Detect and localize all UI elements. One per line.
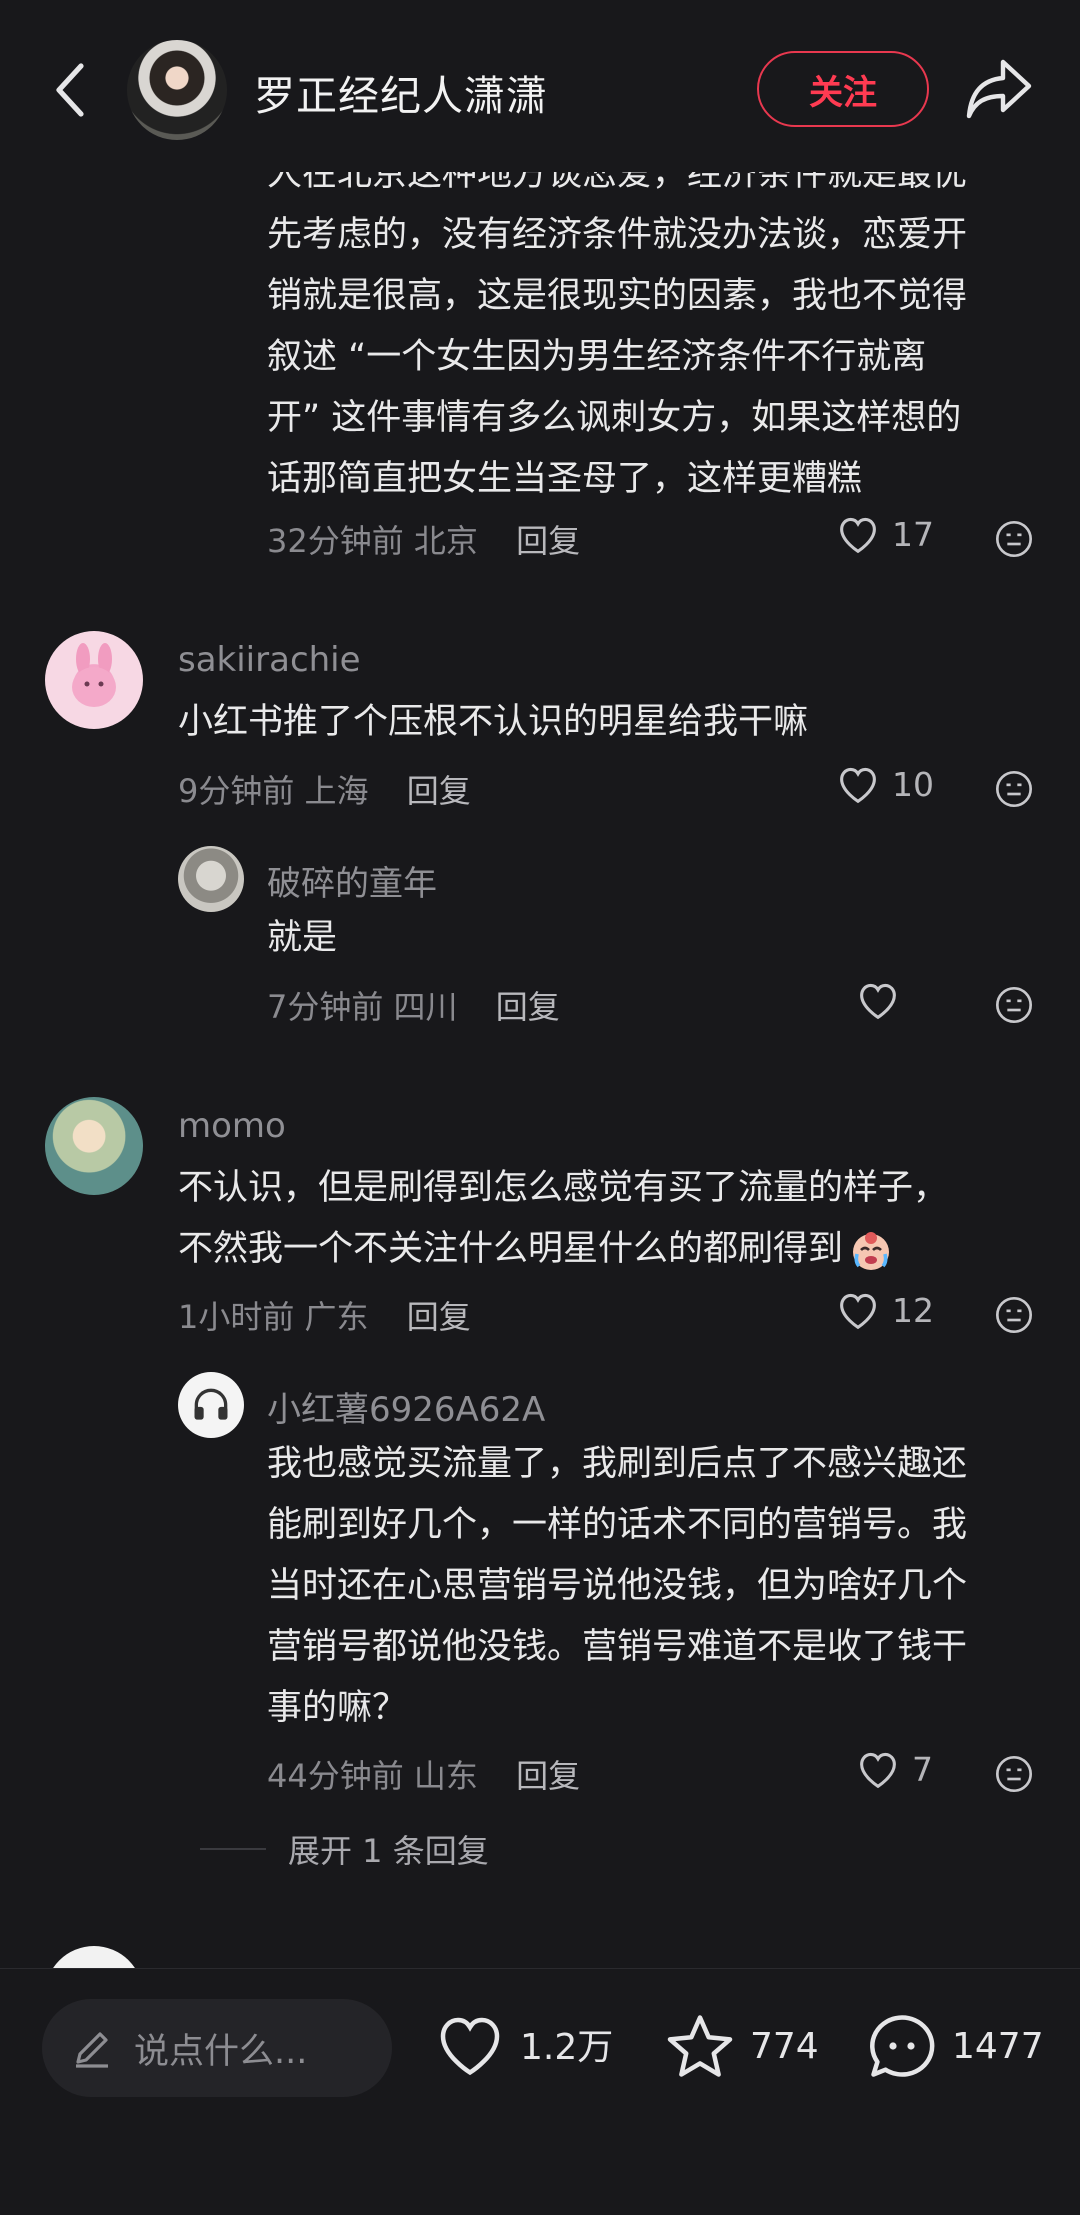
share-icon: [966, 59, 1032, 119]
reply-button[interactable]: 回复: [407, 772, 471, 810]
comment-location: 北京: [413, 522, 478, 560]
heart-icon: [840, 1293, 876, 1330]
avatar[interactable]: [178, 1372, 244, 1438]
reply-button[interactable]: 回复: [496, 988, 560, 1026]
bunny-avatar-icon: [72, 643, 116, 707]
follow-button[interactable]: 关注: [757, 51, 929, 127]
like-count: 7: [912, 1749, 933, 1789]
heart-icon: [840, 517, 876, 554]
reply-text: 就是: [267, 918, 338, 958]
like-button[interactable]: 10: [836, 764, 934, 804]
reply-button[interactable]: 回复: [516, 1757, 580, 1795]
reply-line: 能刷到好几个，一样的话术不同的营销号。我: [267, 1505, 968, 1545]
comment-meta: 1小时前 广东 回复: [178, 1292, 471, 1338]
avatar[interactable]: [45, 631, 143, 729]
like-button[interactable]: [856, 980, 912, 1020]
reply-meta: 44分钟前 山东 回复: [267, 1751, 580, 1797]
reply-time: 7分钟前: [267, 988, 384, 1026]
reply-line: 当时还在心思营销号说他没钱，但为啥好几个: [267, 1566, 968, 1606]
comment-text: 不认识，但是刷得到怎么感觉有买了流量的样子， 不然我一个不关注什么明星什么的都刷…: [178, 1158, 1048, 1280]
reply-meta: 7分钟前 四川 回复: [267, 982, 560, 1028]
comment-text: 人在北京这种地方谈恋爱，经济条件就是最优 先考虑的，没有经济条件就没办法谈，恋爱…: [267, 144, 1047, 510]
comment-line: 开” 这件事情有多么讽刺女方，如果这样想的: [267, 398, 962, 438]
crying-laugh-emoji-icon: [853, 1231, 890, 1270]
like-count: 10: [892, 764, 934, 804]
favorite-button[interactable]: 774: [664, 2011, 819, 2081]
divider: [200, 1848, 266, 1850]
comment-line: 不然我一个不关注什么明星什么的都刷得到: [178, 1229, 844, 1269]
emoji-reaction-icon[interactable]: [994, 1754, 1034, 1794]
emoji-reaction-icon[interactable]: [994, 519, 1034, 559]
comment-input-placeholder: 说点什么...: [134, 2031, 308, 2072]
favorite-count: 774: [750, 2025, 819, 2067]
comment-username[interactable]: sakiirachie: [178, 640, 361, 680]
star-icon: [667, 2015, 733, 2077]
like-button[interactable]: 12: [836, 1290, 934, 1330]
comment-meta: 9分钟前 上海 回复: [178, 766, 471, 812]
header: 罗正经纪人潇潇 关注: [0, 0, 1080, 172]
comment-line: 销就是很高，这是很现实的因素，我也不觉得: [267, 276, 968, 316]
share-button[interactable]: [963, 56, 1035, 122]
comment-bubble-icon: [870, 2015, 935, 2077]
reply-username[interactable]: 破碎的童年: [267, 856, 437, 905]
pencil-icon: [76, 2032, 108, 2068]
emoji-reaction-icon[interactable]: [994, 769, 1034, 809]
author-name[interactable]: 罗正经纪人潇潇: [254, 62, 548, 122]
comment-button[interactable]: 1477: [866, 2011, 1044, 2081]
comment-count: 1477: [952, 2025, 1044, 2067]
comment-time: 9分钟前: [178, 772, 295, 810]
like-post-button[interactable]: 1.2万: [434, 2011, 613, 2077]
avatar[interactable]: [45, 1097, 143, 1195]
reply-username[interactable]: 小红薯6926A62A: [267, 1382, 545, 1431]
reply-text: 我也感觉买流量了，我刷到后点了不感兴趣还 能刷到好几个，一样的话术不同的营销号。…: [267, 1434, 1047, 1739]
avatar[interactable]: [45, 1946, 143, 1968]
heart-icon: [860, 983, 896, 1020]
expand-replies-label: 展开 1 条回复: [288, 1832, 489, 1870]
comment-line: 话那简直把女生当圣母了，这样更糟糕: [267, 459, 863, 499]
like-button[interactable]: 7: [856, 1749, 933, 1789]
heart-icon: [840, 767, 876, 804]
reply-button[interactable]: 回复: [516, 522, 580, 560]
like-button[interactable]: 17: [836, 514, 934, 554]
heart-icon: [440, 2017, 500, 2076]
expand-replies-button[interactable]: 展开 1 条回复: [200, 1826, 489, 1872]
comment-time: 32分钟前: [267, 522, 404, 560]
chevron-left-icon: [56, 63, 84, 117]
headphones-icon: [194, 1388, 228, 1420]
reply-line: 事的嘛？: [267, 1688, 408, 1728]
reply-line: 我也感觉买流量了，我刷到后点了不感兴趣还: [267, 1444, 968, 1484]
bottom-bar: 说点什么... 1.2万 774 1477: [0, 1968, 1080, 2215]
comment-meta: 32分钟前 北京 回复: [267, 516, 580, 562]
like-count: 12: [892, 1290, 934, 1330]
comment-text: 小红书推了个压根不认识的明星给我干嘛: [178, 702, 809, 742]
comment-line: 叙述 “一个女生因为男生经济条件不行就离: [267, 337, 927, 377]
comment-username[interactable]: momo: [178, 1106, 286, 1146]
comment-location: 广东: [304, 1298, 369, 1336]
comment-location: 上海: [304, 772, 369, 810]
avatar[interactable]: [178, 846, 244, 912]
comment-line-wrap: 不然我一个不关注什么明星什么的都刷得到: [178, 1219, 1048, 1280]
emoji-reaction-icon[interactable]: [994, 1295, 1034, 1335]
heart-icon: [860, 1752, 896, 1789]
back-button[interactable]: [40, 54, 100, 126]
reply-line: 营销号都说他没钱。营销号难道不是收了钱干: [267, 1627, 968, 1667]
reply-location: 四川: [393, 988, 458, 1026]
comment-input[interactable]: 说点什么...: [42, 1999, 392, 2097]
reply-location: 山东: [413, 1757, 478, 1795]
reply-button[interactable]: 回复: [407, 1298, 471, 1336]
comment-line: 先考虑的，没有经济条件就没办法谈，恋爱开: [267, 215, 968, 255]
comment-line: 不认识，但是刷得到怎么感觉有买了流量的样子，: [178, 1168, 949, 1208]
reply-time: 44分钟前: [267, 1757, 404, 1795]
emoji-reaction-icon[interactable]: [994, 985, 1034, 1025]
like-count: 17: [892, 514, 934, 554]
author-avatar[interactable]: [127, 40, 227, 140]
comment-time: 1小时前: [178, 1298, 295, 1336]
post-like-count: 1.2万: [520, 2027, 614, 2068]
comment-list[interactable]: 人在北京这种地方谈恋爱，经济条件就是最优 先考虑的，没有经济条件就没办法谈，恋爱…: [0, 0, 1080, 1968]
